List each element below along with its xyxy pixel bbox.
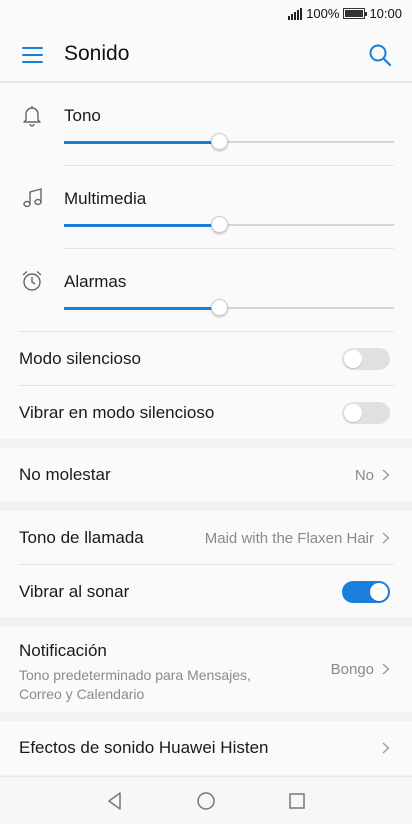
ringtone-value: Maid with the Flaxen Hair	[204, 530, 374, 547]
back-triangle-icon[interactable]	[104, 790, 126, 812]
volume-section: Tono Multimedia Alarmas Modo silencioso …	[0, 83, 412, 439]
volume-slider-alarms[interactable]	[64, 299, 394, 316]
sound-effects-row[interactable]: Efectos de sonido Huawei Histen	[0, 721, 412, 774]
volume-slider-media[interactable]	[64, 216, 394, 233]
ringtone-label: Tono de llamada	[19, 528, 144, 547]
battery-icon	[343, 8, 368, 19]
ringtone-section: Tono de llamada Maid with the Flaxen Hai…	[0, 511, 412, 617]
slider-fill	[64, 223, 220, 227]
notification-description: Tono predeterminado para Mensajes, Corre…	[19, 667, 251, 702]
volume-row-alarms: Alarmas	[0, 249, 412, 332]
chevron-right-icon	[382, 532, 390, 544]
signal-icon	[288, 7, 303, 20]
volume-label: Alarmas	[64, 272, 127, 291]
app-header: Sonido	[0, 28, 412, 82]
slider-fill	[64, 306, 220, 310]
slider-thumb[interactable]	[211, 133, 229, 150]
notification-value: Bongo	[330, 661, 374, 678]
volume-label: Multimedia	[64, 189, 147, 208]
chevron-right-icon	[382, 469, 390, 481]
slider-thumb[interactable]	[211, 299, 229, 316]
vibrate-silent-label: Vibrar en modo silencioso	[19, 403, 215, 422]
vibrate-silent-row[interactable]: Vibrar en modo silencioso	[0, 386, 412, 439]
sound-settings-screen: 100% 10:00 Sonido Tono Multimedia Alarma…	[0, 0, 412, 824]
volume-label: Tono	[64, 106, 101, 125]
status-bar: 100% 10:00	[0, 0, 412, 28]
volume-slider-ringtone[interactable]	[64, 133, 394, 150]
clock: 10:00	[369, 6, 402, 21]
chevron-right-icon	[382, 663, 390, 675]
slider-fill	[64, 140, 220, 144]
menu-icon[interactable]	[22, 47, 43, 63]
volume-row-media: Multimedia	[0, 166, 412, 249]
sound-effects-section: Efectos de sonido Huawei Histen	[0, 721, 412, 775]
do-not-disturb-value: No	[354, 467, 374, 484]
chevron-right-icon	[382, 742, 390, 754]
ringtone-row[interactable]: Tono de llamada Maid with the Flaxen Hai…	[0, 511, 412, 564]
vibrate-ring-toggle[interactable]	[342, 581, 390, 603]
recents-square-icon[interactable]	[286, 790, 308, 812]
volume-row-ringtone: Tono	[0, 83, 412, 166]
search-icon[interactable]	[368, 43, 392, 67]
sound-effects-label: Efectos de sonido Huawei Histen	[19, 738, 269, 757]
silent-mode-toggle[interactable]	[342, 348, 390, 370]
page-title: Sonido	[64, 42, 130, 65]
home-circle-icon[interactable]	[195, 790, 217, 812]
music-note-icon	[23, 188, 42, 208]
slider-thumb[interactable]	[211, 216, 229, 233]
vibrate-silent-toggle[interactable]	[342, 402, 390, 424]
battery-percent: 100%	[306, 6, 340, 21]
vibrate-ring-row[interactable]: Vibrar al sonar	[0, 565, 412, 618]
notification-section[interactable]: Notificación Tono predeterminado para Me…	[0, 626, 412, 712]
notification-label: Notificación	[19, 641, 107, 660]
status-right: 100% 10:00	[288, 6, 402, 21]
do-not-disturb-label: No molestar	[19, 465, 111, 484]
bell-icon	[23, 106, 41, 127]
vibrate-ring-label: Vibrar al sonar	[19, 582, 130, 601]
silent-mode-row[interactable]: Modo silencioso	[0, 332, 412, 385]
do-not-disturb-section: No molestar No	[0, 448, 412, 502]
silent-mode-label: Modo silencioso	[19, 349, 141, 368]
do-not-disturb-row[interactable]: No molestar No	[0, 448, 412, 501]
alarm-clock-icon	[22, 270, 42, 291]
navigation-bar	[0, 776, 412, 824]
